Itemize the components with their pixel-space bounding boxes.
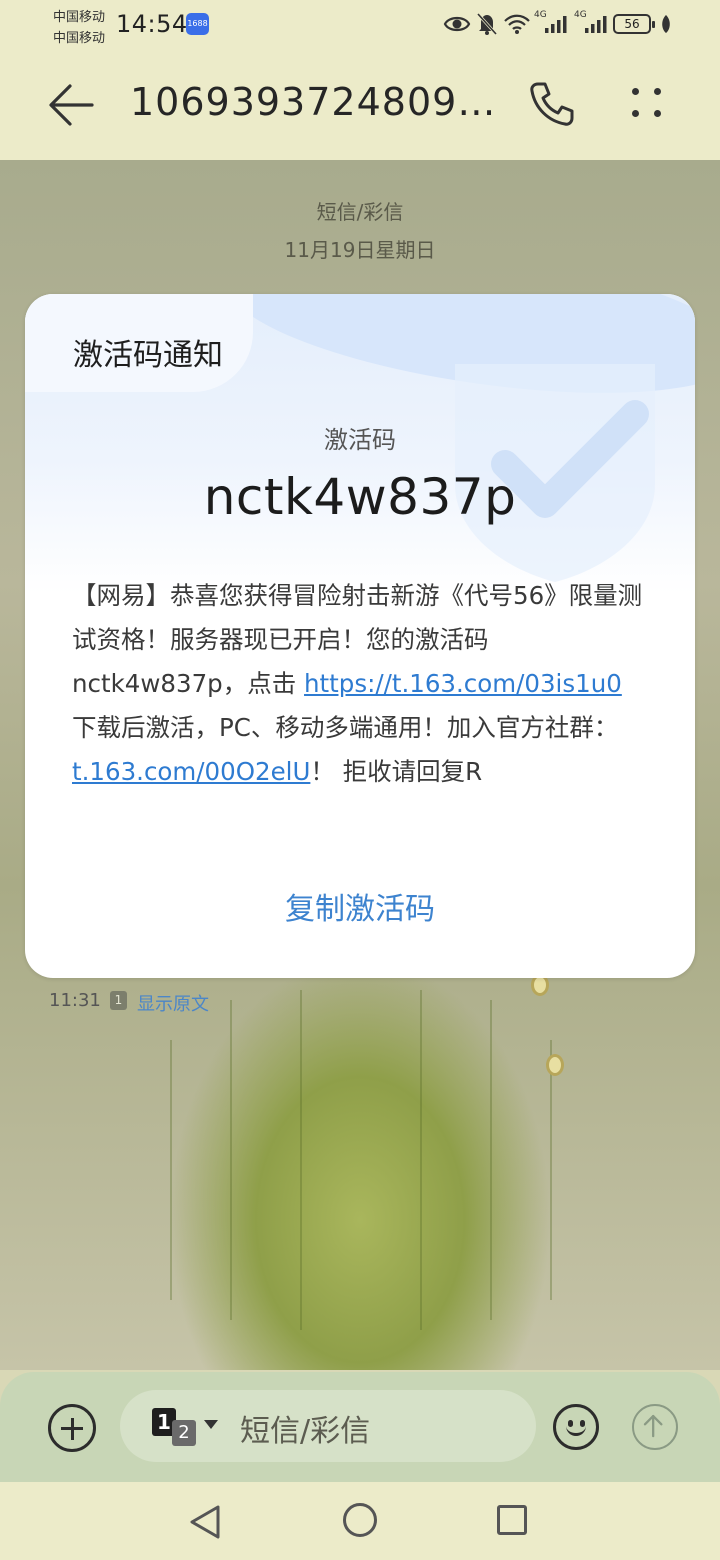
wallpaper-detail — [546, 1054, 564, 1076]
phone-icon[interactable] — [528, 80, 576, 128]
mute-bell-icon — [476, 12, 498, 36]
card-title: 激活码通知 — [73, 338, 223, 373]
more-dot — [632, 110, 639, 117]
conversation-title: 10693937248098... — [130, 80, 502, 124]
back-arrow-icon[interactable] — [46, 80, 98, 130]
more-icon[interactable] — [628, 84, 668, 124]
nav-home-icon[interactable] — [343, 1503, 377, 1537]
signal-icon — [545, 16, 567, 33]
copy-code-button[interactable]: 复制激活码 — [25, 884, 695, 928]
carrier-label: 中国移动 — [53, 31, 106, 46]
conversation-date: 11月19日星期日 — [284, 238, 436, 262]
activation-code-card[interactable]: 激活码通知 激活码 nctk4w837p 【网易】恭喜您获得冒险射击新游《代号5… — [25, 294, 695, 978]
chevron-down-icon — [204, 1420, 218, 1429]
activation-code-value: nctk4w837p — [203, 468, 517, 526]
wallpaper-detail — [230, 1000, 232, 1320]
activation-code-label: 激活码 — [324, 426, 396, 454]
eye-icon — [443, 16, 471, 32]
message-time: 11:31 — [49, 990, 101, 1011]
nav-recents-icon[interactable] — [497, 1505, 527, 1535]
status-time: 14:54 — [116, 10, 188, 38]
sim-selector[interactable]: 1 2 — [152, 1408, 222, 1446]
wallpaper-detail — [550, 1040, 552, 1300]
send-icon[interactable] — [632, 1404, 678, 1450]
compose-bar: 1 2 短信/彩信 — [0, 1372, 720, 1482]
app-notification-icon: 1688 — [186, 13, 209, 35]
message-link[interactable]: https://t.163.com/03is1u0 — [304, 669, 622, 698]
wallpaper-detail — [490, 1000, 492, 1320]
message-text: ！ 拒收请回复R — [310, 757, 483, 786]
wallpaper-detail — [300, 990, 302, 1330]
show-original-link[interactable]: 显示原文 — [137, 990, 209, 1016]
nav-back-icon[interactable] — [186, 1502, 226, 1542]
carrier-label: 中国移动 — [53, 10, 106, 25]
message-type-label: 短信/彩信 — [316, 200, 404, 224]
message-input[interactable]: 1 2 短信/彩信 — [120, 1390, 536, 1462]
wallpaper-detail — [170, 1040, 172, 1300]
leaf-icon — [662, 15, 670, 33]
more-dot — [654, 110, 661, 117]
wallpaper-detail — [420, 990, 422, 1330]
emoji-icon[interactable] — [553, 1404, 599, 1450]
more-dot — [632, 88, 639, 95]
sim-badge: 1 — [110, 991, 127, 1010]
input-placeholder: 短信/彩信 — [240, 1414, 371, 1449]
signal-icon — [585, 16, 607, 33]
add-icon[interactable] — [48, 1404, 96, 1452]
message-text: 下载后激活，PC、移动多端通用！加入官方社群： — [72, 713, 619, 742]
wifi-icon — [504, 14, 530, 34]
system-navigation-bar — [0, 1482, 720, 1560]
message-body: 【网易】恭喜您获得冒险射击新游《代号56》限量测试资格！服务器现已开启！您的激活… — [72, 574, 652, 794]
status-bar: 中国移动 中国移动 14:54 1688 4G 4G 56 — [0, 0, 720, 50]
more-dot — [654, 88, 661, 95]
sim-2-icon: 2 — [172, 1420, 196, 1446]
battery-icon: 56 — [613, 14, 655, 34]
conversation-header: 10693937248098... — [0, 50, 720, 160]
emoji-mouth — [566, 1425, 586, 1436]
message-link[interactable]: t.163.com/00O2elU — [72, 757, 310, 786]
